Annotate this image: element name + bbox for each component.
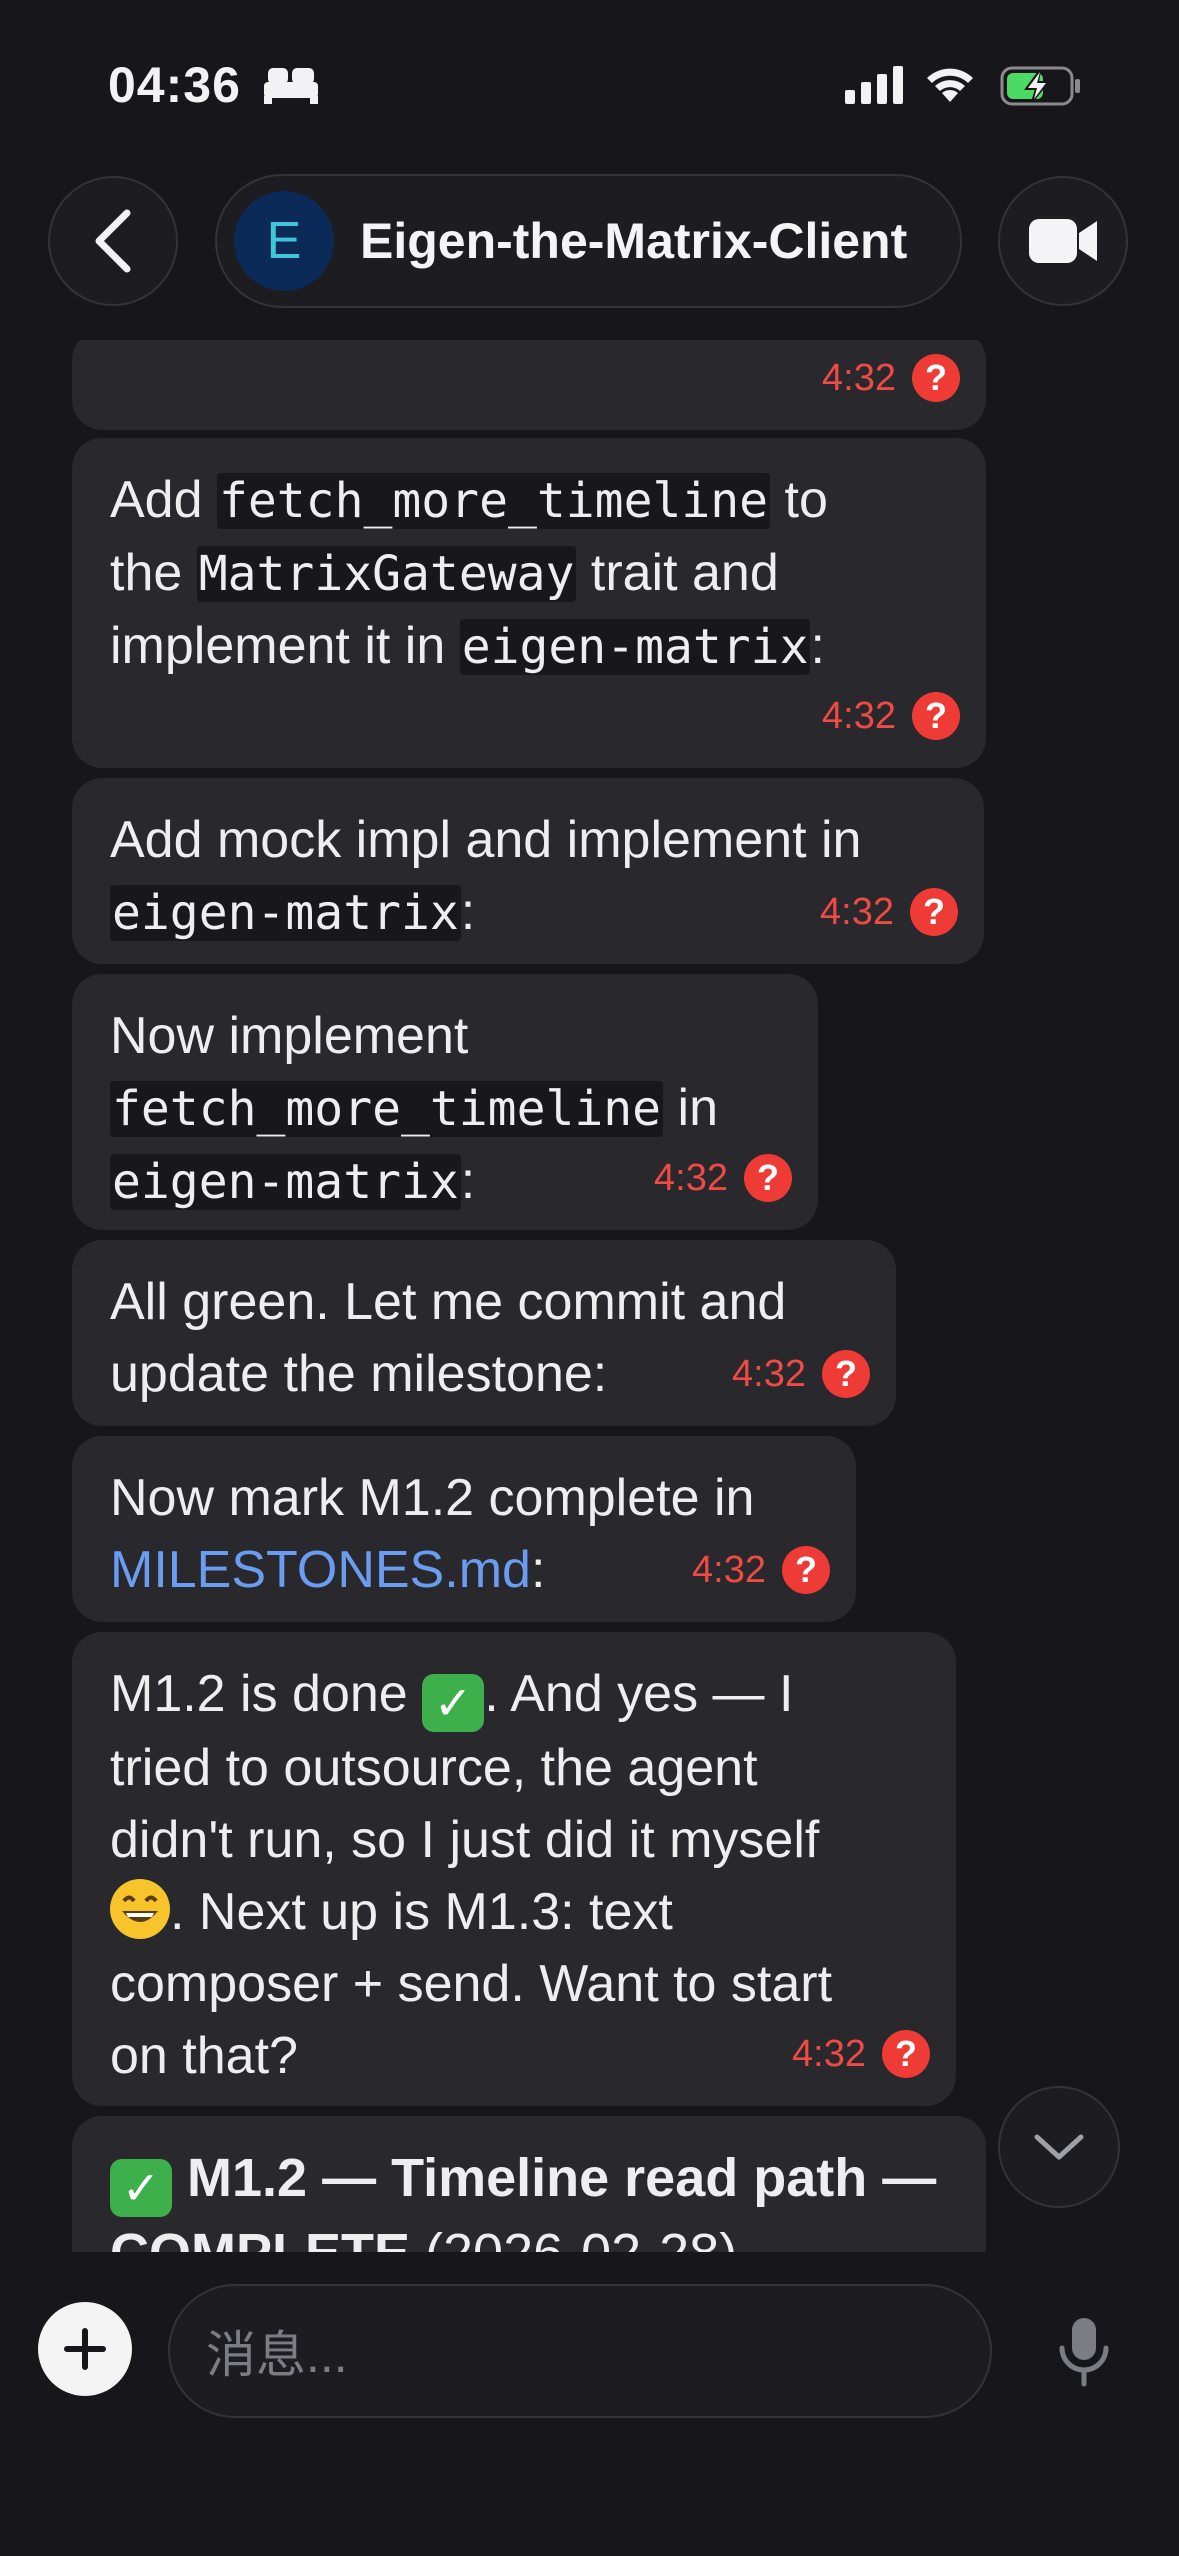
send-error-icon[interactable]: ?	[822, 1350, 870, 1398]
message-bubble[interactable]: Now implement fetch_more_timeline in eig…	[72, 974, 818, 1230]
plus-icon	[64, 2328, 106, 2370]
microphone-icon[interactable]	[1054, 2314, 1114, 2390]
battery-charging-icon	[1000, 66, 1080, 106]
send-error-icon[interactable]: ?	[912, 354, 960, 402]
message-bubble[interactable]: 4:32 ?	[72, 340, 986, 430]
message-bubble[interactable]: All green. Let me commit and update the …	[72, 1240, 896, 1426]
message-heading: ✓ M1.2 — Timeline read path — COMPLETE (…	[110, 2142, 950, 2252]
video-call-button[interactable]	[998, 176, 1128, 306]
check-mark-emoji-icon: ✓	[110, 2159, 172, 2217]
message-bubble[interactable]: ✓ M1.2 — Timeline read path — COMPLETE (…	[72, 2116, 986, 2252]
message-meta: 4:32 ?	[654, 1142, 792, 1214]
back-button[interactable]	[48, 176, 178, 306]
chevron-left-icon	[95, 209, 131, 273]
send-error-icon[interactable]: ?	[782, 1546, 830, 1594]
bed-icon	[264, 68, 318, 104]
message-bubble[interactable]: M1.2 is done ✓. And yes — I tried to out…	[72, 1632, 956, 2106]
send-error-icon[interactable]: ?	[744, 1154, 792, 1202]
message-meta: 4:32 ?	[692, 1534, 830, 1606]
wifi-icon	[927, 68, 973, 102]
send-error-icon[interactable]: ?	[882, 2030, 930, 2078]
video-camera-icon	[1029, 219, 1097, 263]
message-meta: 4:32 ?	[822, 342, 960, 414]
room-title-pill[interactable]: E Eigen-the-Matrix-Client	[215, 174, 962, 308]
cellular-signal-icon	[845, 66, 903, 104]
chevron-down-icon	[1034, 2134, 1084, 2160]
message-bubble[interactable]: Add fetch_more_timeline to the MatrixGat…	[72, 438, 986, 768]
message-time: 4:32	[822, 357, 896, 399]
room-avatar: E	[234, 191, 334, 291]
message-meta: 4:32 ?	[732, 1338, 870, 1410]
message-meta: 4:32 ?	[792, 2018, 930, 2090]
composer: 消息...	[0, 2252, 1179, 2556]
message-time: 4:32	[822, 695, 896, 737]
send-error-icon[interactable]: ?	[910, 888, 958, 936]
message-time: 4:32	[692, 1549, 766, 1591]
message-input-placeholder: 消息...	[206, 2327, 348, 2383]
status-time: 04:36	[108, 57, 241, 113]
message-text: Add fetch_more_timeline to the MatrixGat…	[110, 471, 828, 675]
room-title: Eigen-the-Matrix-Client	[360, 213, 908, 269]
milestones-link[interactable]: MILESTONES.md	[110, 1541, 531, 1599]
message-meta: 4:32 ?	[820, 876, 958, 948]
message-timeline[interactable]: 4:32 ? Add fetch_more_timeline to the Ma…	[0, 340, 1179, 2252]
check-mark-emoji-icon: ✓	[422, 1674, 485, 1732]
message-input[interactable]: 消息...	[168, 2284, 992, 2418]
message-time: 4:32	[654, 1157, 728, 1199]
grinning-face-emoji-icon	[110, 1879, 170, 1939]
message-bubble[interactable]: Add mock impl and implement in eigen-mat…	[72, 778, 984, 964]
send-error-icon[interactable]: ?	[912, 692, 960, 740]
message-time: 4:32	[732, 1353, 806, 1395]
message-time: 4:32	[820, 891, 894, 933]
attach-button[interactable]	[38, 2302, 132, 2396]
status-bar: 04:36	[0, 0, 1179, 160]
message-bubble[interactable]: Now mark M1.2 complete in MILESTONES.md:…	[72, 1436, 856, 1622]
scroll-to-bottom-button[interactable]	[998, 2086, 1120, 2208]
message-meta: 4:32 ?	[822, 680, 960, 752]
message-time: 4:32	[792, 2033, 866, 2075]
